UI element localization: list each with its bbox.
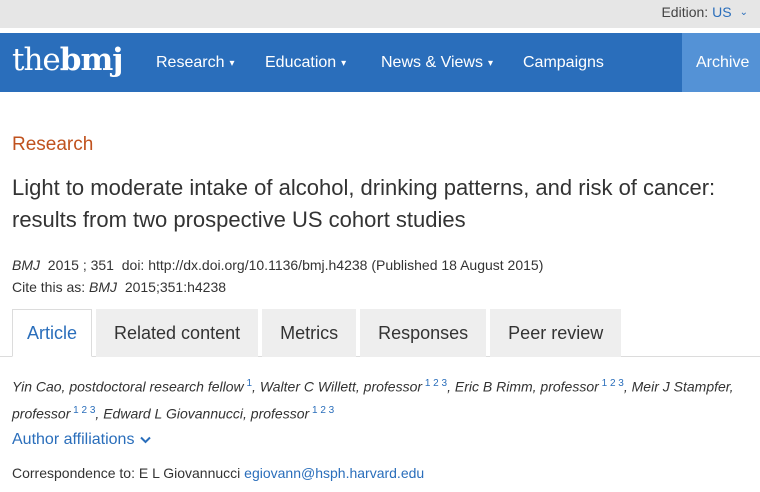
affiliation-ref[interactable]: 1 2 3 xyxy=(425,378,447,389)
nav-archive-label: Archive xyxy=(696,54,750,71)
nav-news-views-label: News & Views xyxy=(381,54,483,71)
cite-reference: 2015;351:h4238 xyxy=(124,279,227,295)
cite-journal: BMJ xyxy=(89,279,118,295)
author-list: Yin Cao, postdoctoral research fellow 1,… xyxy=(12,378,734,422)
nav-news-views[interactable]: News & Views ▾ xyxy=(381,33,493,92)
chevron-down-icon: ▾ xyxy=(487,58,493,69)
article-section-label[interactable]: Research xyxy=(12,134,93,156)
published-date: (Published 18 August 2015) xyxy=(371,257,544,273)
tab-related-content[interactable]: Related content xyxy=(96,309,259,357)
chevron-down-icon xyxy=(140,436,152,444)
logo-text-the: the xyxy=(12,42,61,78)
nav-campaigns[interactable]: Campaigns xyxy=(523,33,604,92)
nav-research-label: Research xyxy=(156,54,225,71)
nav-campaigns-label: Campaigns xyxy=(523,54,604,71)
article-title: Light to moderate intake of alcohol, dri… xyxy=(12,175,716,232)
bmj-logo[interactable]: the bmj xyxy=(12,42,124,82)
affiliation-ref[interactable]: 1 2 3 xyxy=(312,405,334,416)
author-affiliations-toggle[interactable]: Author affiliations xyxy=(12,431,152,449)
tab-metrics[interactable]: Metrics xyxy=(262,309,357,357)
utility-bar: Edition: US ⌄ xyxy=(0,0,760,28)
edition-label: Edition: xyxy=(661,4,709,20)
main-nav: the bmj Research ▾ Education ▾ News & Views… xyxy=(0,33,760,92)
author-name[interactable]: Eric B Rimm, professor xyxy=(455,379,599,395)
author-name[interactable]: Walter C Willett, professor xyxy=(260,379,422,395)
nav-research[interactable]: Research ▾ xyxy=(156,33,235,92)
chevron-down-icon: ▾ xyxy=(341,58,347,69)
author-affiliations-label: Author affiliations xyxy=(12,431,135,448)
article-year: 2015 xyxy=(47,257,79,273)
cite-label: Cite this as: xyxy=(12,279,86,295)
doi-label: doi: xyxy=(121,257,145,273)
chevron-down-icon: ⌄ xyxy=(739,6,748,18)
tab-peer-review[interactable]: Peer review xyxy=(490,309,622,357)
doi-link[interactable]: http://dx.doi.org/10.1136/bmj.h4238 xyxy=(148,257,367,273)
cite-as-line: Cite this as: BMJ 2015;351:h4238 xyxy=(12,276,543,298)
author-name[interactable]: Yin Cao, postdoctoral research fellow xyxy=(12,379,244,395)
affiliation-ref[interactable]: 1 xyxy=(246,378,252,389)
correspondence-email-link[interactable]: egiovann@hsph.harvard.edu xyxy=(244,465,424,481)
correspondence-label: Correspondence to: E L Giovannucci xyxy=(12,465,241,481)
author-name[interactable]: Edward L Giovannucci, professor xyxy=(103,405,309,421)
affiliation-ref[interactable]: 1 2 3 xyxy=(602,378,624,389)
article-tabs: Article Related content Metrics Response… xyxy=(12,309,622,357)
edition-value[interactable]: US xyxy=(712,4,731,20)
citation-line: BMJ 2015 ; 351 doi: http://dx.doi.org/10… xyxy=(12,257,544,273)
nav-archive[interactable]: Archive xyxy=(682,33,760,92)
article-meta: BMJ 2015 ; 351 doi: http://dx.doi.org/10… xyxy=(12,254,543,298)
nav-education[interactable]: Education ▾ xyxy=(265,33,346,92)
article-volume: 351 xyxy=(90,257,114,273)
tab-article[interactable]: Article xyxy=(12,309,93,357)
edition-selector[interactable]: Edition: US ⌄ xyxy=(661,4,748,20)
chevron-down-icon: ▾ xyxy=(229,58,235,69)
tab-responses[interactable]: Responses xyxy=(360,309,487,357)
affiliation-ref[interactable]: 1 2 3 xyxy=(73,405,95,416)
journal-name: BMJ xyxy=(12,257,40,273)
nav-education-label: Education xyxy=(265,54,337,71)
logo-text-bmj: bmj xyxy=(59,42,124,78)
correspondence: Correspondence to: E L Giovannucci egiov… xyxy=(12,465,424,481)
